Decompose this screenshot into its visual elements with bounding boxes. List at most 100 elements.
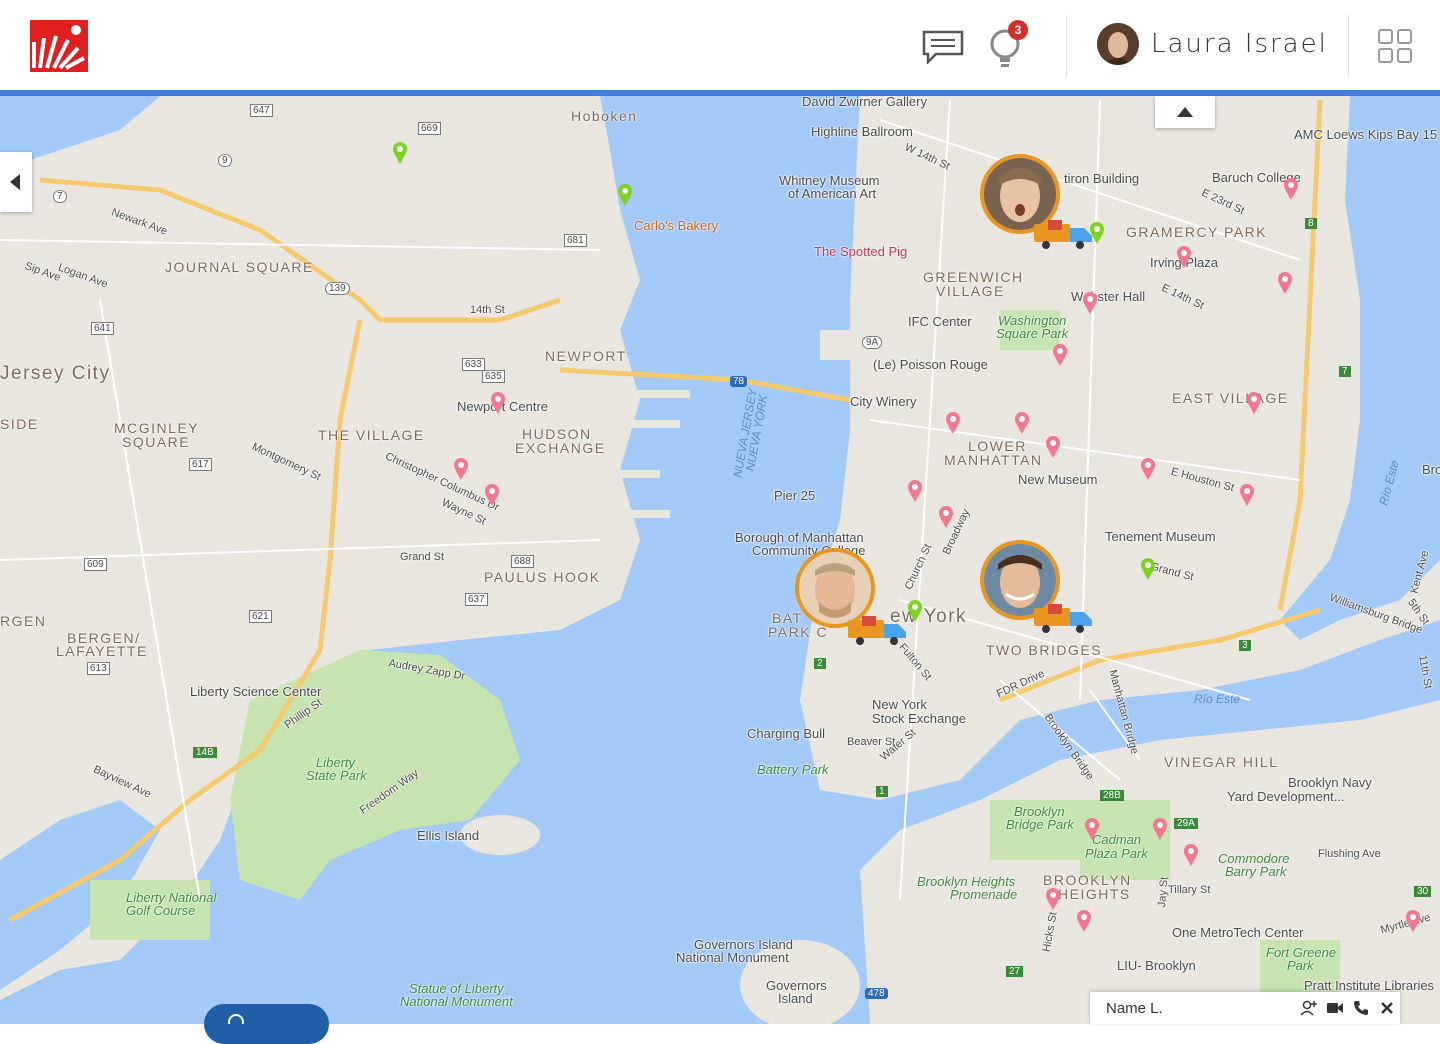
map-pin-green[interactable]: [393, 142, 407, 164]
place-liberty-science[interactable]: Liberty Science Center: [190, 684, 322, 699]
place-highline-ballroom[interactable]: Highline Ballroom: [811, 124, 913, 139]
map-pin-red[interactable]: [1077, 910, 1091, 932]
route-shield: 28B: [1100, 790, 1124, 801]
top-panel-toggle[interactable]: [1155, 96, 1215, 128]
route-shield: 9: [218, 154, 232, 167]
close-chat-button[interactable]: [1374, 995, 1400, 1021]
place-carlos-bakery[interactable]: Carlo's Bakery: [634, 218, 718, 233]
map-pin-red[interactable]: [1046, 888, 1060, 910]
route-shield: 7: [53, 190, 67, 203]
place-charging-bull[interactable]: Charging Bull: [747, 726, 825, 741]
map-pin-red[interactable]: [1015, 412, 1029, 434]
area-two-bridges: TWO BRIDGES: [986, 642, 1103, 658]
messages-button[interactable]: [922, 30, 964, 66]
place-whitney-2[interactable]: of American Art: [788, 186, 876, 201]
map-pin-red[interactable]: [939, 506, 953, 528]
park-cadman: Cadman: [1092, 832, 1142, 847]
route-shield: 621: [249, 610, 272, 623]
chat-bar[interactable]: Name L.: [1090, 992, 1400, 1024]
place-nyse-2[interactable]: Stock Exchange: [872, 711, 966, 726]
map-pin-red[interactable]: [1085, 818, 1099, 840]
map-pin-green[interactable]: [908, 600, 922, 622]
map-pin-green[interactable]: [1141, 558, 1155, 580]
place-spotted-pig[interactable]: The Spotted Pig: [814, 244, 907, 259]
map-pin-red[interactable]: [1406, 910, 1420, 932]
place-amc-kips-bay[interactable]: AMC Loews Kips Bay 15: [1294, 127, 1437, 142]
map-pin-red[interactable]: [908, 480, 922, 502]
place-city-winery[interactable]: City Winery: [850, 394, 916, 409]
place-david-zwirner[interactable]: David Zwirner Gallery: [802, 96, 927, 109]
map-pin-red[interactable]: [1247, 392, 1261, 414]
map-pin-red[interactable]: [454, 458, 468, 480]
place-flatiron[interactable]: tiron Building: [1064, 171, 1139, 186]
area-hoboken: Hoboken: [571, 108, 638, 124]
map-pin-red[interactable]: [485, 484, 499, 506]
map-pin-red[interactable]: [1184, 844, 1198, 866]
divider: [1066, 15, 1067, 77]
map-pin-red[interactable]: [1141, 458, 1155, 480]
area-vinegar-hill: VINEGAR HILL: [1164, 754, 1279, 770]
street-flushing: Flushing Ave: [1318, 848, 1381, 860]
voice-call-button[interactable]: [1348, 995, 1374, 1021]
place-liu-brooklyn[interactable]: LIU- Brooklyn: [1117, 958, 1196, 973]
map-pin-red[interactable]: [1046, 436, 1060, 458]
park-washington-2: Square Park: [996, 326, 1069, 341]
park-battery: Battery Park: [757, 762, 829, 777]
area-gramercy-park: GRAMERCY PARK: [1126, 224, 1268, 240]
map-pin-red[interactable]: [1240, 484, 1254, 506]
route-shield: 681: [564, 234, 587, 247]
area-exchange: EXCHANGE: [515, 440, 606, 456]
video-icon: [1327, 1003, 1343, 1013]
street-grand-st: Grand St: [400, 551, 445, 563]
map-pin-red[interactable]: [1083, 292, 1097, 314]
map-pin-red[interactable]: [491, 392, 505, 414]
route-shield: 2: [814, 658, 826, 669]
map-pin-red[interactable]: [1053, 344, 1067, 366]
route-shield: 609: [84, 558, 107, 571]
map-pin-red[interactable]: [1153, 818, 1167, 840]
route-shield: 647: [250, 104, 273, 117]
place-pier-25[interactable]: Pier 25: [774, 488, 815, 503]
place-poisson-rouge[interactable]: (Le) Poisson Rouge: [873, 357, 988, 372]
place-new-museum[interactable]: New Museum: [1018, 472, 1097, 487]
map-pin-green[interactable]: [618, 184, 632, 206]
avatar: [1097, 23, 1139, 65]
park-heights-promenade-2: Promenade: [950, 887, 1018, 902]
user-name: Laura Israel: [1151, 29, 1328, 59]
map-pin-red[interactable]: [1278, 272, 1292, 294]
video-call-button[interactable]: [1322, 995, 1348, 1021]
add-user-button[interactable]: [1296, 995, 1322, 1021]
route-shield: 635: [482, 370, 505, 383]
map-pin-red[interactable]: [946, 412, 960, 434]
area-journal-square: JOURNAL SQUARE: [165, 259, 314, 275]
notifications-button[interactable]: 3: [990, 20, 1028, 70]
map-view[interactable]: Hoboken JOURNAL SQUARE Jersey City MCGIN…: [0, 96, 1440, 1024]
place-tenement-museum[interactable]: Tenement Museum: [1105, 529, 1216, 544]
map-pin-red[interactable]: [1284, 178, 1298, 200]
area-battery-park-2: PARK C: [768, 624, 829, 640]
place-navy-yard[interactable]: Brooklyn Navy: [1288, 775, 1372, 790]
apps-grid-button[interactable]: [1377, 28, 1413, 64]
place-nyse[interactable]: New York: [872, 697, 927, 712]
place-ellis-island[interactable]: Ellis Island: [417, 828, 479, 843]
place-metrotech[interactable]: One MetroTech Center: [1172, 925, 1304, 940]
street-tillary: Tillary St: [1168, 884, 1211, 896]
place-governors-island-2[interactable]: National Monument: [676, 950, 789, 965]
route-shield: 478: [865, 988, 888, 999]
delivery-truck-icon[interactable]: [1034, 218, 1094, 250]
place-pratt[interactable]: Pratt Institute Libraries: [1304, 978, 1434, 993]
area-heights: HEIGHTS: [1058, 886, 1131, 902]
map-pin-red[interactable]: [1177, 246, 1191, 268]
route-shield: 617: [189, 458, 212, 471]
side-panel-toggle[interactable]: [0, 152, 32, 212]
delivery-truck-icon[interactable]: [848, 614, 908, 646]
place-navy-yard-2[interactable]: Yard Development...: [1227, 789, 1345, 804]
route-shield: 7: [1339, 366, 1351, 377]
user-menu[interactable]: Laura Israel: [1097, 22, 1328, 66]
search-icon: [228, 1014, 244, 1030]
delivery-truck-icon[interactable]: [1034, 602, 1094, 634]
place-island[interactable]: Island: [778, 991, 813, 1006]
bottom-action-button[interactable]: [204, 1004, 329, 1044]
place-ifc-center[interactable]: IFC Center: [908, 314, 972, 329]
brand-logo[interactable]: [30, 20, 88, 72]
